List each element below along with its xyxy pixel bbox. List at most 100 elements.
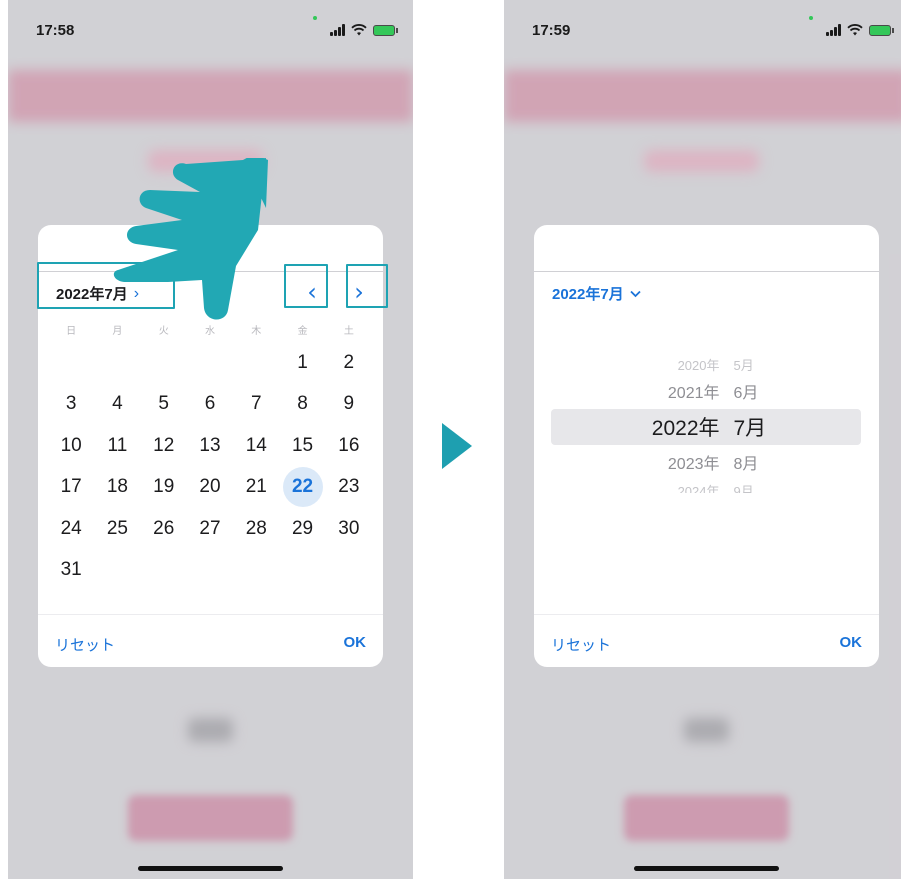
battery-charging-icon <box>373 24 398 36</box>
calendar-day[interactable]: 26 <box>141 508 187 550</box>
calendar-day[interactable]: 17 <box>48 467 94 509</box>
reset-button[interactable]: リセット <box>55 634 115 655</box>
calendar-day[interactable]: 7 <box>233 384 279 426</box>
day-number: 6 <box>204 393 216 415</box>
calendar-day-empty <box>94 342 140 384</box>
calendar-day-empty <box>187 550 233 592</box>
home-indicator <box>634 866 779 871</box>
picker-row[interactable]: 2020年 5月 <box>534 355 879 374</box>
calendar-day[interactable]: 18 <box>94 467 140 509</box>
picker-month: 8月 <box>733 456 759 473</box>
calendar-day-empty <box>279 550 325 592</box>
calendar-day[interactable]: 11 <box>94 425 140 467</box>
weekday-label: 水 <box>204 326 215 337</box>
calendar-day[interactable]: 2 <box>326 342 372 384</box>
picker-row-selected[interactable]: 2022年 7月 <box>534 412 879 442</box>
calendar-day[interactable]: 10 <box>48 425 94 467</box>
picker-row[interactable]: 2021年 6月 <box>534 379 879 403</box>
calendar-day[interactable]: 24 <box>48 508 94 550</box>
weekday-label: 月 <box>112 326 123 337</box>
calendar-day[interactable]: 28 <box>233 508 279 550</box>
day-number: 2 <box>343 351 355 373</box>
home-indicator <box>138 866 283 871</box>
calendar-day[interactable]: 3 <box>48 384 94 426</box>
mic-indicator-dot <box>809 16 813 20</box>
day-number: 24 <box>60 517 82 539</box>
calendar-day[interactable]: 19 <box>141 467 187 509</box>
highlight-next-button <box>346 264 388 308</box>
status-bar: 17:58 <box>8 16 413 44</box>
picker-year: 2022年 <box>651 417 720 440</box>
calendar-day[interactable]: 14 <box>233 425 279 467</box>
picker-row[interactable]: 2024年 9月 <box>534 481 879 493</box>
day-number: 18 <box>106 476 128 498</box>
calendar-day-empty <box>141 342 187 384</box>
day-number: 5 <box>158 393 169 415</box>
day-number: 17 <box>60 476 82 498</box>
day-number: 20 <box>199 476 221 498</box>
day-number: 26 <box>153 517 175 539</box>
picker-row[interactable]: 2023年 8月 <box>534 450 879 474</box>
calendar-day[interactable]: 13 <box>187 425 233 467</box>
calendar-day[interactable]: 31 <box>48 550 94 592</box>
calendar-day-empty <box>233 550 279 592</box>
day-number: 19 <box>153 476 175 498</box>
weekday-label: 木 <box>251 326 262 337</box>
calendar-day[interactable]: 15 <box>279 425 325 467</box>
calendar-day[interactable]: 8 <box>279 384 325 426</box>
day-number: 11 <box>107 434 128 456</box>
month-year-label: 2022年7月 <box>552 286 624 303</box>
calendar-day[interactable]: 1 <box>279 342 325 384</box>
battery-charging-icon <box>869 24 894 36</box>
calendar-day-empty <box>94 550 140 592</box>
day-number: 21 <box>245 476 267 498</box>
picker-month: 7月 <box>733 417 767 440</box>
calendar-day[interactable]: 6 <box>187 384 233 426</box>
picker-year: 2020年 <box>677 358 720 373</box>
calendar-day[interactable]: 9 <box>326 384 372 426</box>
day-number: 28 <box>245 517 267 539</box>
picker-month: 5月 <box>733 358 754 373</box>
month-year-toggle[interactable]: 2022年7月 <box>552 283 641 304</box>
day-number: 10 <box>60 434 82 456</box>
day-number: 1 <box>297 351 308 373</box>
day-number: 22 <box>282 467 323 508</box>
day-number: 30 <box>338 517 360 539</box>
phone-screen-before: 17:58 2022年7月 › ‹ › 日 月 火 水 木 金 土 1 2 3 … <box>8 0 413 879</box>
calendar-day[interactable]: 4 <box>94 384 140 426</box>
calendar-day[interactable]: 25 <box>94 508 140 550</box>
day-number: 14 <box>245 434 267 456</box>
picker-month: 6月 <box>733 385 759 402</box>
weekday-label: 日 <box>66 326 77 337</box>
calendar-day-empty <box>326 550 372 592</box>
reset-button[interactable]: リセット <box>551 634 611 655</box>
highlight-prev-button <box>284 264 328 308</box>
calendar-day[interactable]: 5 <box>141 384 187 426</box>
calendar-day[interactable]: 21 <box>233 467 279 509</box>
day-number: 3 <box>65 393 77 415</box>
calendar-day[interactable]: 30 <box>326 508 372 550</box>
weekday-label: 土 <box>343 326 354 337</box>
weekday-label: 金 <box>297 326 308 337</box>
weekday-header: 日 月 火 水 木 金 土 <box>48 322 372 337</box>
picker-month: 9月 <box>733 484 754 493</box>
ok-button[interactable]: OK <box>344 634 367 651</box>
calendar-day[interactable]: 20 <box>187 467 233 509</box>
calendar-day[interactable]: 27 <box>187 508 233 550</box>
calendar-day[interactable]: 16 <box>326 425 372 467</box>
wifi-icon <box>351 24 367 36</box>
calendar-day-selected[interactable]: 22 <box>279 467 325 509</box>
calendar-day-grid: 1 2 3 4 5 6 7 8 9 10 11 12 13 14 15 16 17 18 19 20 21 22 23 24 2… <box>48 342 372 591</box>
day-number: 25 <box>106 517 128 539</box>
calendar-day[interactable]: 29 <box>279 508 325 550</box>
calendar-day-empty <box>48 342 94 384</box>
ok-button[interactable]: OK <box>840 634 863 651</box>
phone-screen-after: 17:59 2022年7月 2020年 5月 2021年 6月 2022年 7月… <box>504 0 901 879</box>
mic-indicator-dot <box>313 16 317 20</box>
calendar-day[interactable]: 12 <box>141 425 187 467</box>
day-number: 4 <box>112 393 123 415</box>
date-picker-dialog: 2022年7月 2020年 5月 2021年 6月 2022年 7月 2023年… <box>534 225 879 667</box>
picker-year: 2023年 <box>667 456 720 473</box>
calendar-day[interactable]: 23 <box>326 467 372 509</box>
status-time: 17:58 <box>36 22 75 39</box>
